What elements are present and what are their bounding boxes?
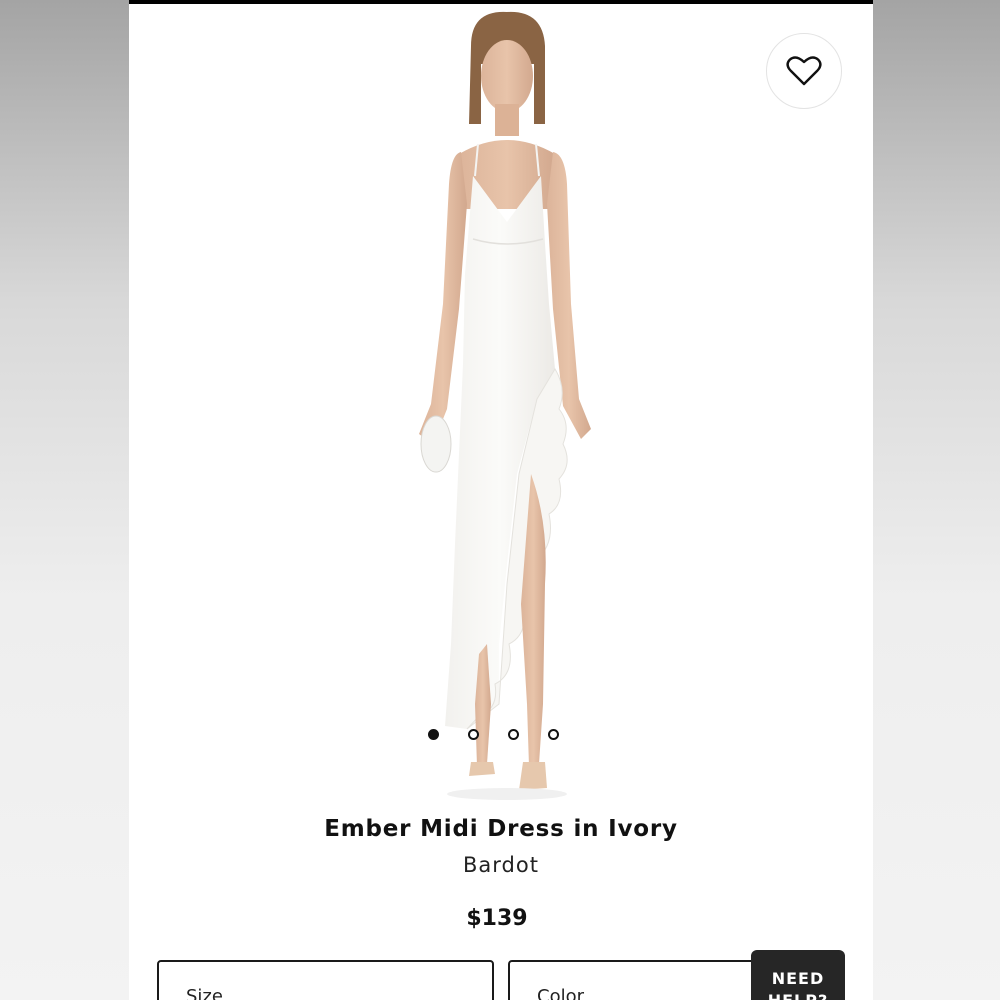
size-select-label: Size	[186, 986, 223, 1000]
product-title: Ember Midi Dress in Ivory	[324, 816, 678, 842]
need-help-button[interactable]: NEED HELP?	[751, 950, 845, 1000]
favorite-button[interactable]	[766, 33, 842, 109]
product-page: Ember Midi Dress in Ivory Bardot $139 Si…	[129, 0, 873, 1000]
product-price: $139	[466, 906, 528, 931]
carousel-dot-2[interactable]	[468, 729, 479, 740]
product-brand[interactable]: Bardot	[129, 853, 873, 877]
carousel-dot-4[interactable]	[548, 729, 559, 740]
need-help-line1: NEED	[771, 969, 825, 988]
carousel-dot-3[interactable]	[508, 729, 519, 740]
carousel-indicators	[428, 729, 559, 740]
carousel-dot-1[interactable]	[428, 729, 439, 740]
product-image[interactable]	[359, 4, 639, 804]
color-select-label: Color	[537, 986, 584, 1000]
size-select[interactable]: Size	[157, 960, 494, 1000]
need-help-line2: HELP?	[751, 990, 845, 1000]
heart-outline-icon	[786, 56, 822, 86]
